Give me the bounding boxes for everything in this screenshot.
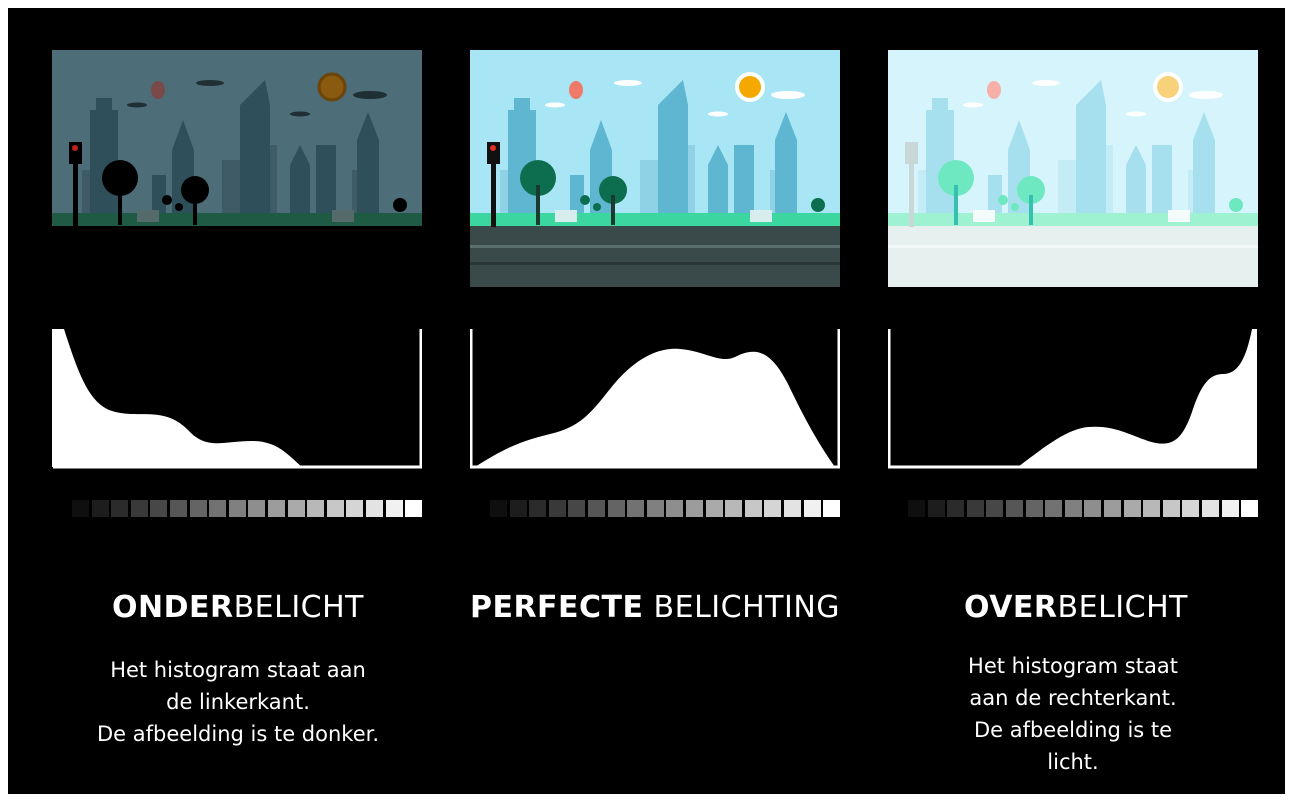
tone-swatch (803, 500, 821, 517)
tone-swatch (385, 500, 403, 517)
tone-swatch (548, 500, 566, 517)
tone-swatch (366, 500, 383, 517)
tone-swatch (764, 500, 782, 517)
tone-swatch (705, 500, 723, 517)
tone-swatch (966, 500, 984, 517)
title-well-exposed: PERFECTE BELICHTING (469, 590, 841, 625)
tone-strip-overexposed (908, 500, 1278, 517)
tone-swatch (170, 500, 187, 517)
tone-swatch (823, 500, 841, 517)
overexposed-city-illustration (888, 50, 1258, 287)
description-line: De afbeelding is te donker. (97, 722, 379, 746)
tone-swatch (72, 500, 89, 517)
tone-swatch (228, 500, 246, 517)
tone-swatch (725, 500, 743, 517)
tone-swatch (307, 500, 325, 517)
tone-swatch (1006, 500, 1023, 517)
tone-swatch (1104, 500, 1121, 517)
tone-swatch (509, 500, 527, 517)
tone-swatch (189, 500, 207, 517)
tone-swatch (1241, 500, 1259, 517)
tone-swatch (1182, 500, 1200, 517)
tone-swatch (1143, 500, 1161, 517)
tone-swatch (568, 500, 586, 517)
tone-swatch (209, 500, 227, 517)
tone-swatch (1162, 500, 1180, 517)
tone-swatch (91, 500, 109, 517)
description-overexposed: Het histogram staat aan de rechterkant. … (903, 650, 1243, 778)
tone-swatch (248, 500, 266, 517)
tone-swatch (1084, 500, 1102, 517)
tone-swatch (607, 500, 625, 517)
tone-swatch (947, 500, 965, 517)
well-exposed-city-illustration (470, 50, 840, 287)
tone-swatch (784, 500, 801, 517)
description-line: Het histogram staat aan (110, 658, 366, 682)
tone-swatch (150, 500, 168, 517)
tone-swatch (346, 500, 364, 517)
description-line: aan de rechterkant. (969, 686, 1177, 710)
tone-swatch (1025, 500, 1043, 517)
underexposed-city-illustration (52, 50, 422, 287)
tone-swatch (326, 500, 344, 517)
tone-swatch (1123, 500, 1141, 517)
tone-swatch (686, 500, 703, 517)
tone-swatch (666, 500, 684, 517)
tone-swatch (529, 500, 547, 517)
description-line: De afbeelding is te (973, 718, 1173, 742)
histogram-overexposed (887, 329, 1258, 471)
title-underexposed: ONDERBELICHT (111, 590, 365, 625)
tone-swatch (588, 500, 605, 517)
tone-swatch (986, 500, 1004, 517)
histogram-underexposed (52, 329, 423, 471)
tone-swatch (627, 500, 645, 517)
tone-swatch (1064, 500, 1082, 517)
tone-swatch (111, 500, 129, 517)
tone-swatch (130, 500, 148, 517)
tone-swatch (646, 500, 664, 517)
infographic-frame: ONDERBELICHT Het histogram staat aan de … (8, 8, 1285, 794)
tone-swatch (744, 500, 762, 517)
description-underexposed: Het histogram staat aan de linkerkant. D… (68, 654, 408, 750)
tone-swatch (908, 500, 925, 517)
tone-strip-well-exposed (490, 500, 860, 517)
tone-swatch (1202, 500, 1219, 517)
description-line: licht. (1047, 750, 1099, 774)
tone-swatch (268, 500, 285, 517)
tone-swatch (405, 500, 423, 517)
tone-swatch (1045, 500, 1063, 517)
title-overexposed: OVERBELICHT (964, 590, 1188, 625)
tone-swatch (927, 500, 945, 517)
tone-strip-underexposed (72, 500, 442, 517)
description-line: de linkerkant. (166, 690, 310, 714)
tone-swatch (1221, 500, 1239, 517)
tone-swatch (287, 500, 305, 517)
tone-swatch (490, 500, 507, 517)
description-line: Het histogram staat (968, 654, 1178, 678)
histogram-well-exposed (469, 329, 841, 471)
